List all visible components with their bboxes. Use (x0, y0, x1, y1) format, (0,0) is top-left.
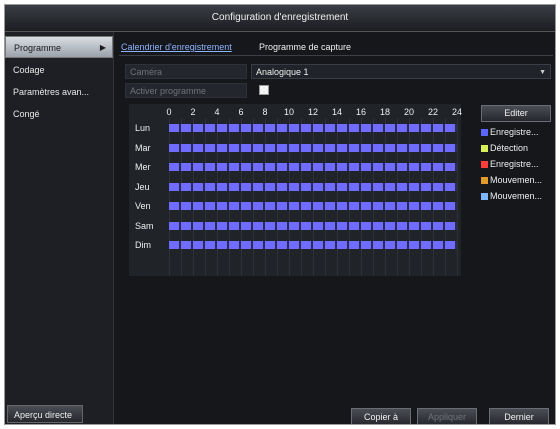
legend-label: Détection (490, 143, 529, 153)
hour-gridline (313, 118, 314, 276)
schedule-bar-jeu[interactable] (169, 182, 457, 191)
hour-gridline (301, 118, 302, 276)
hour-label-18: 18 (379, 107, 390, 117)
swatch-motion-or-alarm-icon (481, 193, 488, 200)
hour-gridline (205, 118, 206, 276)
hour-gridline (445, 118, 446, 276)
hour-gridline (289, 118, 290, 276)
hour-gridline (409, 118, 410, 276)
swatch-alarm-icon (481, 161, 488, 168)
legend-label: Mouvemen... (490, 175, 543, 185)
sidebar-item-advanced[interactable]: Paramètres avan... (5, 81, 113, 103)
edit-button[interactable]: Editer (481, 105, 551, 122)
sidebar-item-codage[interactable]: Codage (5, 59, 113, 81)
hour-gridline (217, 118, 218, 276)
swatch-normal-icon (481, 129, 488, 136)
hour-label-8: 8 (262, 107, 268, 117)
enable-schedule-label: Activer programme (125, 83, 247, 98)
hour-label-6: 6 (238, 107, 244, 117)
sidebar-item-programme[interactable]: Programme ▶ (5, 36, 113, 58)
sidebar-item-label: Paramètres avan... (13, 87, 90, 97)
hour-gridline (253, 118, 254, 276)
enable-schedule-checkbox[interactable] (259, 85, 269, 95)
hour-gridline (265, 118, 266, 276)
window-title: Configuration d'enregistrement (5, 5, 555, 32)
legend-item-motion-and-alarm: Mouvemen... (481, 173, 542, 187)
recording-config-window: Configuration d'enregistrement Programme… (4, 4, 556, 425)
hour-label-16: 16 (355, 107, 366, 117)
hour-gridline (337, 118, 338, 276)
day-label-dim: Dim (135, 240, 151, 250)
legend-label: Mouvemen... (490, 191, 543, 201)
sidebar-item-holiday[interactable]: Congé (5, 103, 113, 125)
day-label-lun: Lun (135, 123, 151, 133)
swatch-motion-alarm-icon (481, 177, 488, 184)
hour-gridline (325, 118, 326, 276)
schedule-bar-mer[interactable] (169, 163, 457, 171)
day-label-jeu: Jeu (135, 181, 150, 192)
hour-gridline (277, 118, 278, 276)
sidebar-item-label: Congé (13, 109, 40, 119)
hour-gridline (385, 118, 386, 276)
hour-label-20: 20 (403, 107, 414, 117)
hour-gridline (229, 118, 230, 276)
chevron-right-icon: ▶ (99, 43, 106, 52)
hour-label-0: 0 (166, 107, 172, 117)
hour-gridline (349, 118, 350, 276)
day-label-mer: Mer (135, 162, 151, 172)
hour-label-14: 14 (331, 107, 342, 117)
hour-label-4: 4 (214, 107, 220, 117)
schedule-bar-mar[interactable] (169, 143, 457, 152)
tab-recording-schedule[interactable]: Calendrier d'enregistrement (121, 40, 232, 54)
hour-gridline (421, 118, 422, 276)
hour-gridline (241, 118, 242, 276)
hour-gridline (397, 118, 398, 276)
schedule-bar-sam[interactable] (169, 221, 457, 230)
hour-gridline (457, 118, 458, 276)
legend-label: Enregistre... (490, 127, 539, 137)
main-panel: Calendrier d'enregistrement Programme de… (115, 32, 555, 424)
legend-item-continuous: Enregistre... (481, 125, 539, 139)
apply-button[interactable]: Appliquer (417, 408, 477, 424)
schedule-bar-lun[interactable] (169, 124, 457, 132)
camera-select[interactable]: Analogique 1 ▼ (251, 64, 551, 79)
hour-label-24: 24 (451, 107, 462, 117)
hour-gridline (361, 118, 362, 276)
schedule-grid[interactable]: 0 2 4 6 8 10 12 14 16 18 20 22 24 Lun Mar Mer Jeu Ven Sam D… (129, 104, 462, 276)
back-button[interactable]: Dernier (489, 408, 549, 424)
legend-item-alarm: Enregistre... (481, 157, 539, 171)
hour-label-22: 22 (427, 107, 438, 117)
schedule-bar-dim[interactable] (169, 241, 457, 249)
legend-item-motion: Détection (481, 141, 528, 155)
copy-to-button[interactable]: Copier à (351, 408, 411, 424)
legend-label: Enregistre... (490, 159, 539, 169)
hour-gridline (169, 118, 170, 276)
legend-item-motion-or-alarm: Mouvemen... (481, 189, 542, 203)
hour-label-12: 12 (307, 107, 318, 117)
hour-label-2: 2 (190, 107, 196, 117)
tab-divider (119, 55, 553, 56)
live-preview-button[interactable]: Aperçu directe (7, 405, 83, 423)
day-label-sam: Sam (135, 220, 154, 231)
day-label-mar: Mar (135, 142, 151, 153)
camera-select-value: Analogique 1 (256, 67, 309, 77)
swatch-motion-icon (481, 145, 488, 152)
sidebar: Programme ▶ Codage Paramètres avan... Co… (5, 32, 114, 424)
hour-gridline (181, 118, 182, 276)
day-label-ven: Ven (135, 201, 151, 211)
hour-gridline (193, 118, 194, 276)
sidebar-item-label: Codage (13, 65, 45, 75)
hour-label-10: 10 (283, 107, 294, 117)
tab-capture-schedule[interactable]: Programme de capture (259, 40, 351, 54)
chevron-down-icon: ▼ (539, 69, 546, 76)
hour-gridline (373, 118, 374, 276)
hour-gridline (433, 118, 434, 276)
schedule-bar-ven[interactable] (169, 202, 457, 210)
camera-label: Caméra (125, 64, 247, 79)
sidebar-item-label: Programme (14, 43, 62, 53)
